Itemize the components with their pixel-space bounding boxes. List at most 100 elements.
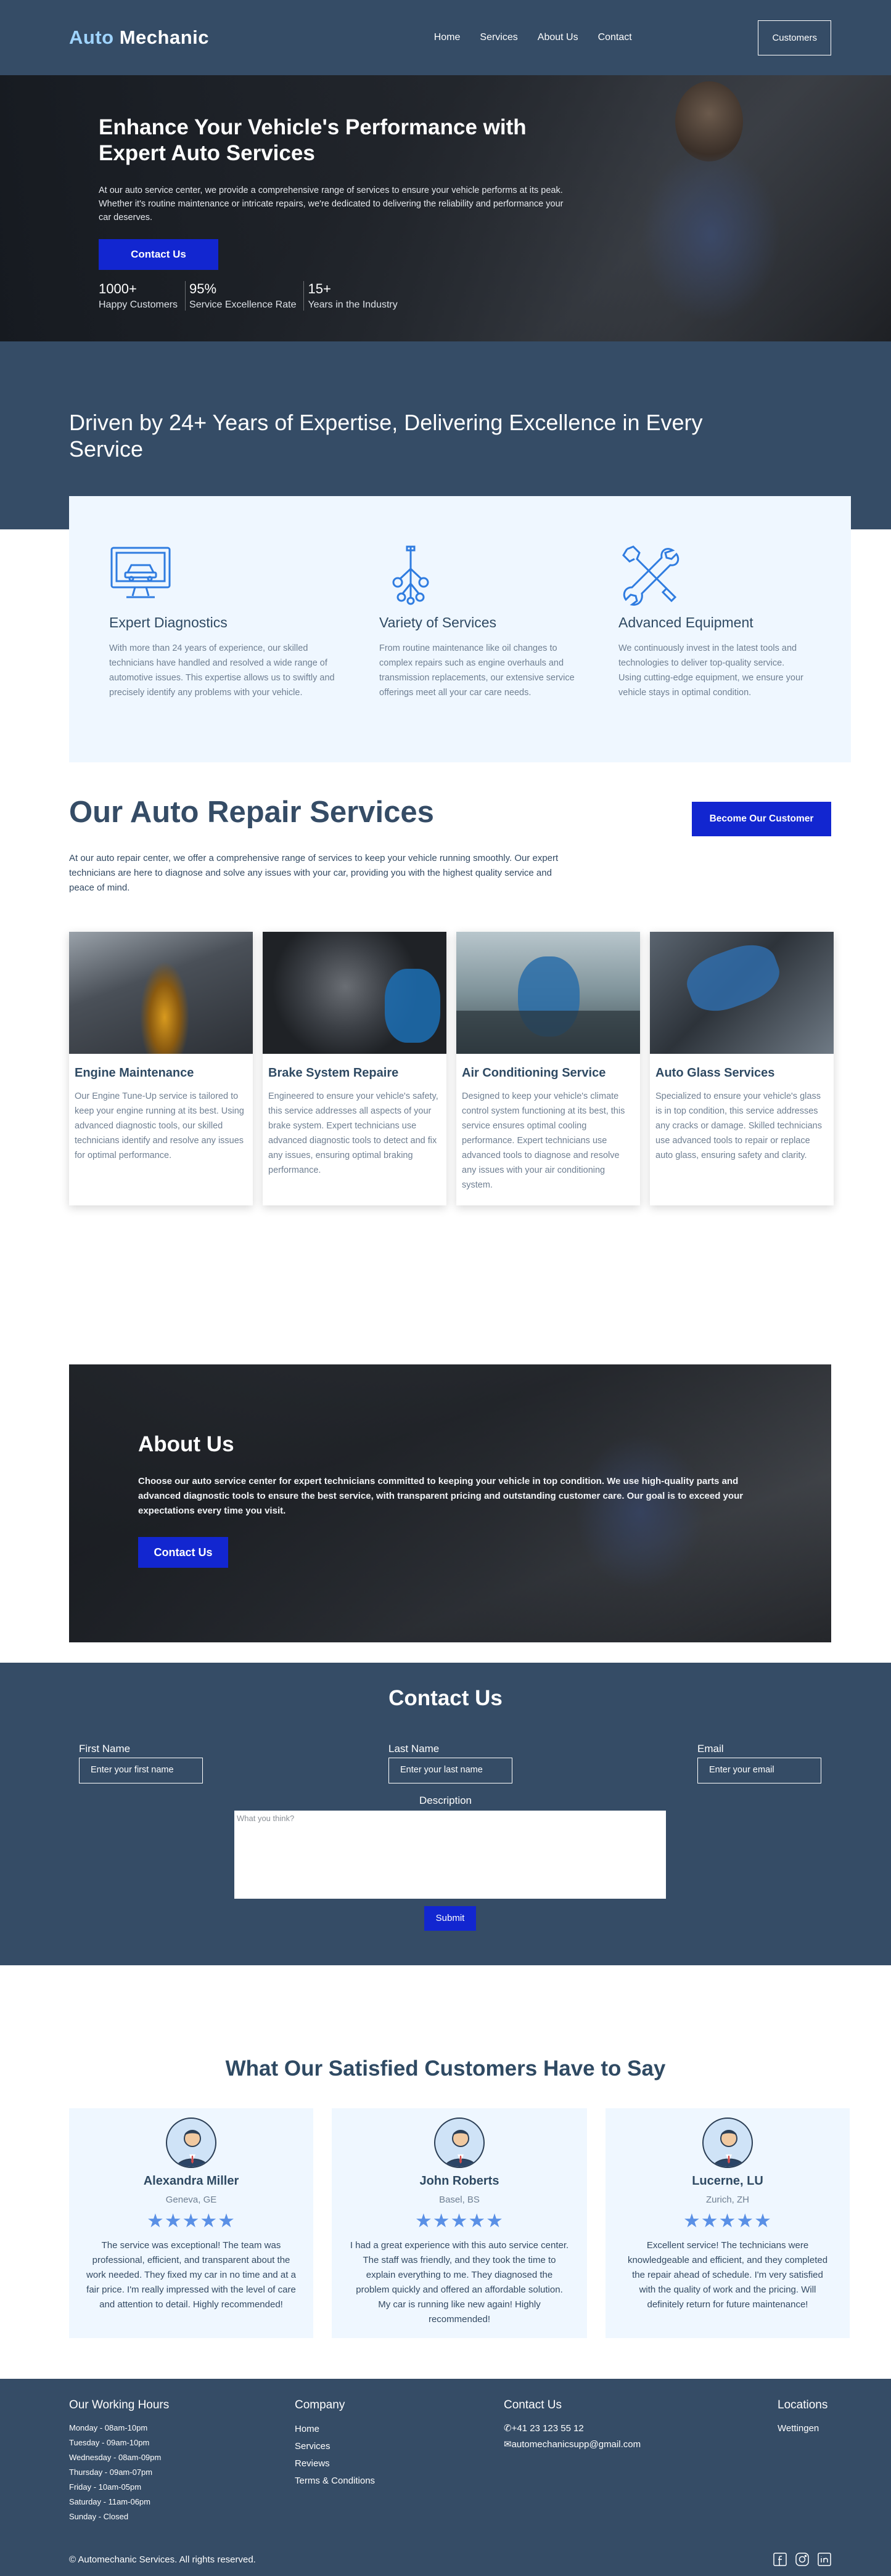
become-customer-button[interactable]: Become Our Customer [692, 802, 831, 836]
hero-mechanic-head [675, 81, 743, 161]
star-rating: ★★★★★ [415, 2210, 504, 2232]
air-conditioning-image [456, 932, 640, 1054]
submit-button[interactable]: Submit [424, 1906, 476, 1931]
feature-variety-of-services: Variety of Services From routine mainten… [379, 544, 590, 762]
testimonial-cards: Alexandra Miller Geneva, GE ★★★★★ The se… [69, 2108, 850, 2338]
star-rating: ★★★★★ [683, 2210, 772, 2232]
nav-link-contact[interactable]: Contact [598, 32, 632, 43]
feature-title: Variety of Services [379, 614, 497, 630]
footer-link-terms[interactable]: Terms & Conditions [295, 2472, 375, 2490]
hero-contact-button[interactable]: Contact Us [99, 239, 218, 270]
service-card-air-conditioning[interactable]: Air Conditioning Service Designed to kee… [456, 932, 640, 1205]
footer-link-reviews[interactable]: Reviews [295, 2455, 375, 2472]
instagram-icon[interactable] [795, 2553, 809, 2569]
avatar [702, 2117, 753, 2168]
testimonial-name: John Roberts [419, 2174, 499, 2188]
hero-stats: 1000+ Happy Customers 95% Service Excell… [99, 281, 567, 311]
hours-saturday: Saturday - 11am-06pm [69, 2497, 150, 2506]
site-logo[interactable]: Auto Mechanic [69, 26, 209, 49]
service-card-title: Auto Glass Services [655, 1066, 775, 1080]
linkedin-icon[interactable] [818, 2553, 831, 2569]
services-title: Our Auto Repair Services [69, 796, 434, 829]
service-card-text: Designed to keep your vehicle's climate … [462, 1091, 625, 1190]
hours-wednesday: Wednesday - 08am-09pm [69, 2453, 162, 2462]
service-card-engine[interactable]: Engine Maintenance Our Engine Tune-Up se… [69, 932, 253, 1205]
feature-text: From routine maintenance like oil change… [379, 643, 575, 698]
footer-company: Company Home Services Reviews Terms & Co… [295, 2399, 375, 2490]
testimonials-section: What Our Satisfied Customers Have to Say… [0, 1965, 891, 2379]
nav-link-about-us[interactable]: About Us [538, 32, 578, 43]
stat-happy-customers: 1000+ Happy Customers [99, 281, 186, 311]
computer-diagnostics-icon [110, 547, 171, 598]
stat-label: Years in the Industry [308, 300, 398, 310]
footer-link-services[interactable]: Services [295, 2438, 375, 2455]
last-name-input[interactable]: Enter your last name [388, 1758, 512, 1783]
stat-number: 95% [189, 281, 217, 296]
service-card-auto-glass[interactable]: Auto Glass Services Specialized to ensur… [650, 932, 834, 1205]
engine-oil-image [69, 932, 253, 1054]
footer-locations-title: Locations [778, 2399, 828, 2411]
stat-excellence-rate: 95% Service Excellence Rate [189, 281, 305, 311]
star-rating: ★★★★★ [147, 2210, 236, 2232]
footer-link-home[interactable]: Home [295, 2421, 375, 2438]
footer-phone[interactable]: ✆+41 23 123 55 12 [504, 2421, 641, 2437]
first-name-label: First Name [79, 1743, 131, 1755]
contact-title: Contact Us [388, 1686, 503, 1710]
testimonial-location: Zurich, ZH [705, 2195, 749, 2205]
customers-button[interactable]: Customers [758, 20, 831, 55]
footer-hours-title: Our Working Hours [69, 2399, 170, 2411]
hero-content: Enhance Your Vehicle's Performance with … [99, 115, 567, 311]
service-card-text: Specialized to ensure your vehicle's gla… [655, 1091, 822, 1160]
footer-location: Wettingen [778, 2423, 819, 2434]
footer-locations: Locations Wettingen [778, 2399, 827, 2437]
social-links [773, 2553, 831, 2569]
service-cards: Engine Maintenance Our Engine Tune-Up se… [69, 932, 834, 1205]
stat-number: 15+ [308, 281, 331, 296]
email-label: Email [697, 1743, 724, 1755]
feature-title: Advanced Equipment [618, 614, 753, 630]
hero-section: Enhance Your Vehicle's Performance with … [0, 75, 891, 341]
about-banner: About Us Choose our auto service center … [69, 1364, 831, 1642]
testimonial-card: Alexandra Miller Geneva, GE ★★★★★ The se… [69, 2108, 313, 2338]
feature-text: With more than 24 years of experience, o… [109, 643, 335, 698]
about-contact-button[interactable]: Contact Us [138, 1537, 228, 1568]
feature-text: We continuously invest in the latest too… [618, 643, 803, 698]
testimonial-text: Excellent service! The technicians were … [627, 2240, 828, 2310]
services-intro: At our auto repair center, we offer a co… [69, 853, 559, 893]
logo-text: Mechanic [113, 26, 209, 48]
testimonial-card: Lucerne, LU Zurich, ZH ★★★★★ Excellent s… [606, 2108, 850, 2338]
first-name-input[interactable]: Enter your first name [79, 1758, 203, 1783]
about-text: Choose our auto service center for exper… [138, 1476, 744, 1516]
avatar [434, 2117, 485, 2168]
facebook-icon[interactable] [773, 2553, 787, 2569]
testimonial-location: Basel, BS [439, 2195, 480, 2205]
about-title: About Us [138, 1432, 234, 1456]
service-card-brake[interactable]: Brake System Repaire Engineered to ensur… [263, 932, 446, 1205]
stat-number: 1000+ [99, 281, 137, 296]
phone-icon: ✆ [504, 2423, 512, 2434]
features-panel: Expert Diagnostics With more than 24 yea… [69, 496, 851, 762]
service-card-text: Our Engine Tune-Up service is tailored t… [75, 1091, 244, 1160]
hours-sunday: Sunday - Closed [69, 2512, 129, 2521]
site-footer: Our Working Hours Monday - 08am-10pm Tue… [0, 2379, 891, 2576]
footer-email[interactable]: ✉automechanicsupp@gmail.com [504, 2437, 641, 2453]
email-input[interactable]: Enter your email [697, 1758, 821, 1783]
hours-tuesday: Tuesday - 09am-10pm [69, 2438, 150, 2447]
description-label: Description [419, 1795, 472, 1806]
nav-link-home[interactable]: Home [434, 32, 461, 43]
top-navbar: Auto Mechanic Home Services About Us Con… [0, 0, 891, 75]
nav-links: Home Services About Us Contact [434, 32, 632, 43]
feature-expert-diagnostics: Expert Diagnostics With more than 24 yea… [109, 544, 351, 762]
auto-glass-image [650, 932, 834, 1054]
hero-text: At our auto service center, we provide a… [99, 185, 564, 222]
email-text: automechanicsupp@gmail.com [511, 2439, 641, 2450]
logo-accent-text: Auto [69, 26, 114, 48]
mail-icon: ✉ [504, 2439, 512, 2450]
description-textarea[interactable]: What you think? [234, 1811, 666, 1899]
stat-label: Happy Customers [99, 300, 178, 310]
hours-monday: Monday - 08am-10pm [69, 2423, 148, 2432]
hours-friday: Friday - 10am-05pm [69, 2482, 142, 2492]
service-card-title: Brake System Repaire [268, 1066, 399, 1080]
nav-link-services[interactable]: Services [480, 32, 517, 43]
car-parts-icon [392, 545, 429, 605]
